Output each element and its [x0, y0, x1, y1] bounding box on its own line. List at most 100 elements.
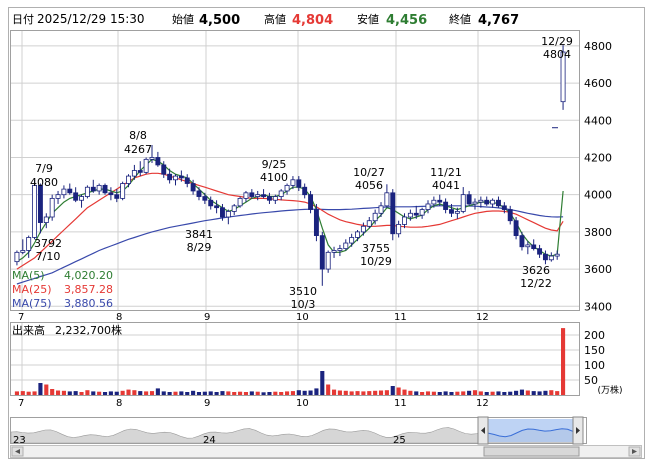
candle-up	[26, 237, 32, 251]
candle-up	[143, 158, 149, 173]
navigator-selection[interactable]	[484, 419, 579, 442]
volume-bar	[290, 391, 295, 395]
volume-bar	[467, 390, 472, 395]
volume-bar	[349, 391, 354, 395]
month-label: 9	[204, 312, 210, 323]
candle-down	[155, 157, 161, 166]
month-label: 8	[116, 398, 122, 409]
candle-down	[161, 164, 167, 175]
volume-bar	[126, 389, 131, 395]
annotation-price: 4804	[543, 48, 571, 61]
volume-bar	[273, 391, 278, 395]
volume-bar	[102, 392, 108, 395]
volume-bar	[525, 390, 530, 395]
candle-up	[355, 231, 360, 238]
month-label: 7	[18, 398, 24, 409]
annotation-price: 3755	[362, 242, 390, 255]
month-label: 9	[204, 398, 210, 409]
candle-up	[343, 242, 349, 250]
volume-tick-label: 100	[584, 359, 605, 372]
volume-bar	[196, 392, 202, 395]
candle-down	[507, 209, 513, 222]
volume-bar	[519, 389, 525, 395]
candle-down	[249, 192, 255, 197]
candle-up	[548, 255, 554, 261]
annotation-price: 3792	[34, 237, 62, 250]
candle-up	[131, 170, 137, 177]
volume-bar	[32, 391, 37, 395]
candle-up	[372, 212, 378, 222]
volume-bar	[114, 391, 119, 395]
volume-bar	[431, 391, 436, 395]
volume-bar	[502, 392, 507, 395]
candle-down	[513, 220, 519, 237]
price-tick-label: 4400	[584, 114, 612, 127]
annotation-price: 4056	[355, 179, 383, 192]
candle-up	[325, 251, 331, 270]
volume-bar	[326, 384, 331, 395]
candle-down	[37, 184, 43, 223]
volume-bar	[285, 391, 290, 395]
volume-bar	[355, 391, 360, 395]
volume-bar	[378, 390, 384, 395]
candle-up	[337, 248, 343, 251]
volume-bar	[508, 391, 513, 395]
candle-up	[525, 244, 531, 248]
volume-bar	[267, 392, 272, 395]
month-label: 12	[476, 398, 489, 409]
ma25-label: MA(25)	[12, 283, 52, 296]
candle-down	[202, 196, 208, 201]
candle-up	[272, 196, 278, 201]
nav-year-label: 23	[13, 435, 26, 446]
candle-down	[184, 177, 190, 184]
candle-down	[190, 183, 196, 192]
volume-bar	[361, 391, 366, 395]
candle-up	[407, 212, 413, 218]
volume-bar	[384, 390, 389, 395]
volume-bar	[38, 383, 43, 395]
volume-bar	[161, 391, 166, 395]
volume-bar	[549, 390, 554, 395]
candle-down	[167, 173, 173, 181]
candle-up	[32, 184, 38, 238]
ma75-value: 3,880.56	[64, 297, 113, 310]
candle-up	[366, 220, 372, 227]
volume-bar	[191, 390, 196, 395]
volume-bar	[514, 390, 519, 395]
navigator-left-handle[interactable]	[477, 416, 489, 445]
stock-chart-widget: 日付 2025/12/29 15:30 始値 4,500 高値 4,804 安値…	[0, 0, 653, 470]
annotation-date: 12/22	[520, 277, 552, 290]
volume-bar	[455, 391, 460, 395]
volume-bar	[261, 392, 266, 395]
volume-bar	[249, 391, 254, 395]
volume-bar	[185, 392, 190, 395]
candle-down	[196, 190, 202, 197]
candle-up	[255, 194, 261, 197]
volume-bar	[337, 390, 342, 395]
volume-bar	[243, 392, 249, 395]
volume-bar	[449, 392, 454, 395]
candle-down	[537, 248, 543, 255]
candle-down	[313, 209, 319, 236]
volume-bar	[73, 391, 78, 395]
navigator-right-handle[interactable]	[572, 416, 584, 445]
annotation-price: 4080	[30, 176, 58, 189]
candle-up	[243, 192, 249, 199]
volume-bar	[484, 392, 489, 395]
chart-svg: 日付 2025/12/29 15:30 始値 4,500 高値 4,804 安値…	[8, 7, 645, 459]
candle-down	[413, 212, 419, 216]
volume-bar	[555, 391, 560, 395]
candle-up	[378, 205, 384, 214]
volume-bar	[302, 390, 307, 395]
candle-up	[478, 199, 484, 203]
candle-down	[90, 186, 96, 192]
volume-bar	[232, 392, 237, 395]
volume-bar	[61, 390, 66, 395]
candle-down	[178, 175, 184, 179]
volume-bar	[50, 389, 55, 395]
month-label: 10	[296, 312, 309, 323]
annotation-date: 10/3	[291, 298, 316, 311]
volume-bar	[331, 389, 337, 395]
scrollbar-thumb[interactable]	[483, 446, 580, 457]
ma25-value: 3,857.28	[64, 283, 113, 296]
